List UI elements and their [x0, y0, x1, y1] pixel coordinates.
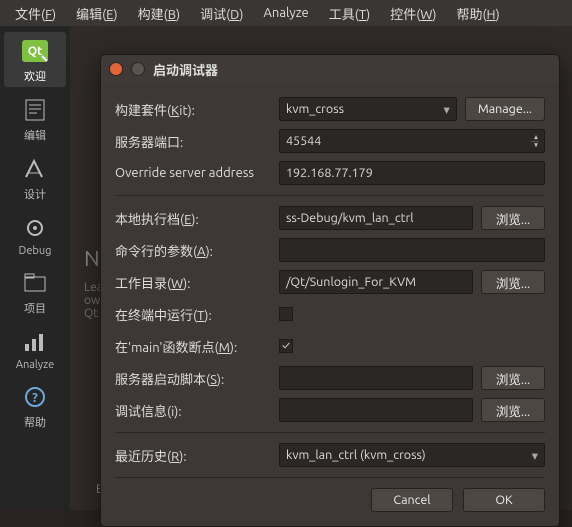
menu-d[interactable]: 调试(D)	[191, 2, 252, 25]
svg-text:Qt: Qt	[28, 45, 43, 58]
sidebar-item-label: 设计	[24, 186, 46, 202]
qt-icon: Qt	[18, 36, 52, 66]
menu-h[interactable]: 帮助(H)	[447, 2, 508, 25]
sidebar-item-label: Debug	[19, 245, 52, 257]
exe-input[interactable]: ss-Debug/kvm_lan_ctrl	[279, 206, 473, 230]
cancel-button[interactable]: Cancel	[371, 488, 453, 512]
start-debugger-dialog: 启动调试器 构建套件(Kit): kvm_cross Manage... 服务器…	[100, 54, 560, 527]
sidebar-item-help[interactable]: ? 帮助	[4, 378, 66, 433]
project-icon	[18, 268, 52, 298]
startup-input[interactable]	[279, 366, 473, 390]
svg-text:?: ?	[32, 391, 38, 405]
sidebar-item-debug[interactable]: Debug	[4, 209, 66, 260]
sidebar: Qt 欢迎编辑设计 Debug 项目 Analyze? 帮助	[0, 26, 70, 510]
sidebar-item-label: Analyze	[16, 359, 54, 371]
sidebar-item-qt[interactable]: Qt 欢迎	[4, 32, 66, 87]
terminal-label: 在终端中运行(T):	[115, 305, 271, 324]
menubar: 文件(F)编辑(E)构建(B)调试(D)Analyze工具(T)控件(W)帮助(…	[0, 0, 572, 26]
sidebar-item-edit[interactable]: 编辑	[4, 91, 66, 146]
main-break-label: 在'main'函数断点(M):	[115, 337, 271, 356]
menu-t[interactable]: 工具(T)	[320, 2, 379, 25]
args-label: 命令行的参数(A):	[115, 241, 271, 260]
startup-label: 服务器启动脚本(S):	[115, 369, 271, 388]
wd-label: 工作目录(W):	[115, 273, 271, 292]
sidebar-item-label: 编辑	[24, 127, 46, 143]
sidebar-item-label: 帮助	[24, 414, 46, 430]
startup-browse-button[interactable]: 浏览...	[481, 366, 545, 390]
kit-label: 构建套件(Kit):	[115, 100, 271, 119]
args-input[interactable]	[279, 238, 545, 262]
dialog-title: 启动调试器	[153, 60, 218, 79]
recent-label: 最近历史(R):	[115, 446, 271, 465]
design-icon	[18, 154, 52, 184]
main-break-checkbox[interactable]: ✓	[279, 339, 293, 353]
dbg-browse-button[interactable]: 浏览...	[481, 398, 545, 422]
manage-button[interactable]: Manage...	[465, 97, 545, 121]
dbg-label: 调试信息(i):	[115, 401, 271, 420]
menu-w[interactable]: 控件(W)	[381, 2, 445, 25]
minimize-icon[interactable]	[131, 62, 145, 76]
override-label: Override server address	[115, 166, 271, 180]
port-label: 服务器端口:	[115, 132, 271, 151]
dbg-input[interactable]	[279, 398, 473, 422]
terminal-checkbox[interactable]	[279, 307, 293, 321]
spin-arrows-icon[interactable]: ▴▾	[530, 130, 542, 152]
close-icon[interactable]	[109, 62, 123, 76]
ok-button[interactable]: OK	[463, 488, 545, 512]
sidebar-item-label: 欢迎	[24, 68, 46, 84]
sidebar-item-design[interactable]: 设计	[4, 150, 66, 205]
sidebar-item-project[interactable]: 项目	[4, 264, 66, 319]
exe-label: 本地执行档(E):	[115, 209, 271, 228]
menu-b[interactable]: 构建(B)	[129, 2, 189, 25]
port-spinbox[interactable]: 45544 ▴▾	[279, 129, 545, 153]
wd-browse-button[interactable]: 浏览...	[481, 270, 545, 294]
dialog-titlebar[interactable]: 启动调试器	[101, 55, 559, 83]
menu-analyze[interactable]: Analyze	[254, 4, 317, 22]
wd-input[interactable]: /Qt/Sunlogin_For_KVM	[279, 270, 473, 294]
recent-combo[interactable]: kvm_lan_ctrl (kvm_cross)	[279, 443, 545, 467]
sidebar-item-analyze[interactable]: Analyze	[4, 323, 66, 374]
edit-icon	[18, 95, 52, 125]
kit-combo[interactable]: kvm_cross	[279, 97, 457, 121]
help-icon: ?	[18, 382, 52, 412]
menu-e[interactable]: 编辑(E)	[67, 2, 127, 25]
menu-f[interactable]: 文件(F)	[6, 2, 65, 25]
exe-browse-button[interactable]: 浏览...	[481, 206, 545, 230]
sidebar-item-label: 项目	[24, 300, 46, 316]
analyze-icon	[18, 327, 52, 357]
debug-icon	[18, 213, 52, 243]
override-input[interactable]: 192.168.77.179	[279, 161, 545, 185]
